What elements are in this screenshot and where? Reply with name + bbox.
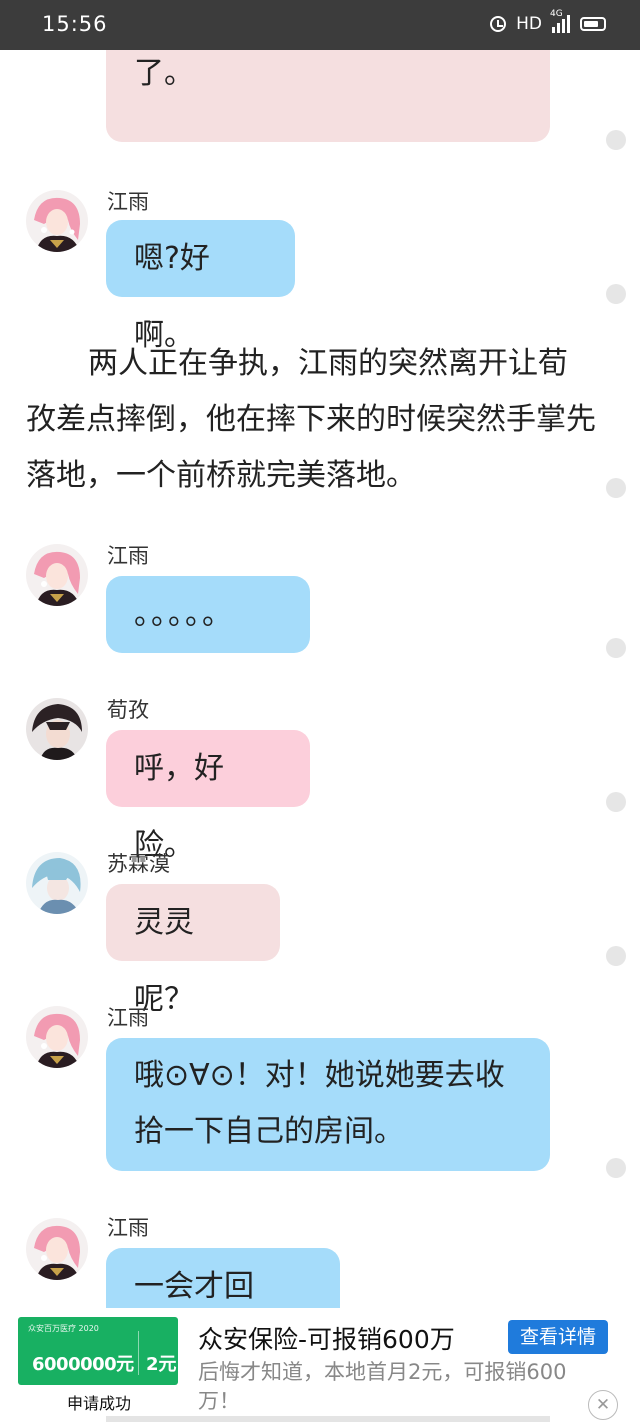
status-time: 15:56 bbox=[42, 12, 108, 36]
status-bar: 15:56 HD 4G bbox=[0, 0, 640, 50]
sender-name: 江雨 bbox=[107, 190, 149, 214]
ad-image-small-text: 众安百万医疗 2020 bbox=[28, 1324, 99, 1333]
close-icon[interactable]: ✕ bbox=[588, 1390, 618, 1420]
message-bubble: 与人妻去历练的地点确定 了。 bbox=[106, 50, 550, 142]
message-bubble[interactable]: 。。。。。 bbox=[106, 576, 310, 653]
avatar-jiangyu[interactable] bbox=[26, 1218, 88, 1280]
message-text: 一会才回来。 bbox=[134, 1269, 254, 1304]
comment-dot[interactable] bbox=[606, 1158, 626, 1178]
avatar-jiangyu[interactable] bbox=[26, 544, 88, 606]
avatar-xunzi[interactable] bbox=[26, 698, 88, 760]
comment-dot[interactable] bbox=[606, 792, 626, 812]
sender-name: 江雨 bbox=[107, 1216, 149, 1240]
ad-banner[interactable]: 众安百万医疗 2020 6000000元 2元 申请成功 众安保险-可报销600… bbox=[0, 1308, 640, 1422]
ad-details-button[interactable]: 查看详情 bbox=[508, 1320, 608, 1354]
message-text: 哦⊙∀⊙！对！她说她要去收拾一下自己的房间。 bbox=[134, 1058, 505, 1149]
hd-label: HD bbox=[516, 14, 542, 34]
avatar-jiangyu[interactable] bbox=[26, 190, 88, 252]
avatar-jiangyu[interactable] bbox=[26, 1006, 88, 1068]
message-text: 。。。。。 bbox=[134, 597, 234, 632]
message-text: 呼，好险。 bbox=[134, 751, 224, 863]
message-bubble[interactable]: 一会才回来。 bbox=[106, 1248, 340, 1308]
sender-name: 江雨 bbox=[107, 1006, 149, 1030]
comment-dot[interactable] bbox=[606, 130, 626, 150]
ad-image-price: 2元 bbox=[146, 1354, 177, 1375]
sender-name: 江雨 bbox=[107, 544, 149, 568]
avatar-sulinmo[interactable] bbox=[26, 852, 88, 914]
comment-dot[interactable] bbox=[606, 638, 626, 658]
bottom-bar bbox=[106, 1416, 550, 1422]
sender-name: 苏霖漠 bbox=[107, 852, 170, 876]
comment-dot[interactable] bbox=[606, 946, 626, 966]
message-bubble[interactable]: 哦⊙∀⊙！对！她说她要去收拾一下自己的房间。 bbox=[106, 1038, 550, 1171]
signal-icon: 4G bbox=[550, 9, 570, 33]
ad-image[interactable]: 众安百万医疗 2020 6000000元 2元 bbox=[18, 1317, 178, 1385]
battery-icon bbox=[580, 17, 606, 31]
comment-dot[interactable] bbox=[606, 284, 626, 304]
sender-name: 荀孜 bbox=[107, 698, 149, 722]
ad-title[interactable]: 众安保险-可报销600万 bbox=[198, 1320, 455, 1356]
ad-image-amount: 6000000元 bbox=[32, 1354, 134, 1375]
comment-dot[interactable] bbox=[606, 478, 626, 498]
message-bubble[interactable]: 呼，好险。 bbox=[106, 730, 310, 863]
narration-text: 两人正在争执，江雨的突然离开让荀孜差点摔倒，他在摔下来的时候突然手掌先落地，一个… bbox=[26, 346, 596, 493]
message-text: 了。 bbox=[134, 56, 194, 91]
message-bubble[interactable]: 灵灵呢？ bbox=[106, 884, 280, 1017]
network-type: 4G bbox=[550, 9, 563, 19]
message-text: 灵灵呢？ bbox=[134, 905, 194, 1017]
status-icons: HD 4G bbox=[490, 9, 606, 34]
ad-image-caption: 申请成功 bbox=[67, 1394, 132, 1413]
ad-description[interactable]: 后悔才知道，本地首月2元，可报销600万！ bbox=[198, 1358, 608, 1416]
alarm-icon bbox=[490, 16, 507, 32]
message-bubble[interactable]: 嗯?好啊。 bbox=[106, 220, 295, 353]
chat-scroll-area[interactable]: 与人妻去历练的地点确定 了。 江雨 嗯?好啊。 两人正在争执，江雨的突然离开让荀… bbox=[0, 50, 640, 1308]
